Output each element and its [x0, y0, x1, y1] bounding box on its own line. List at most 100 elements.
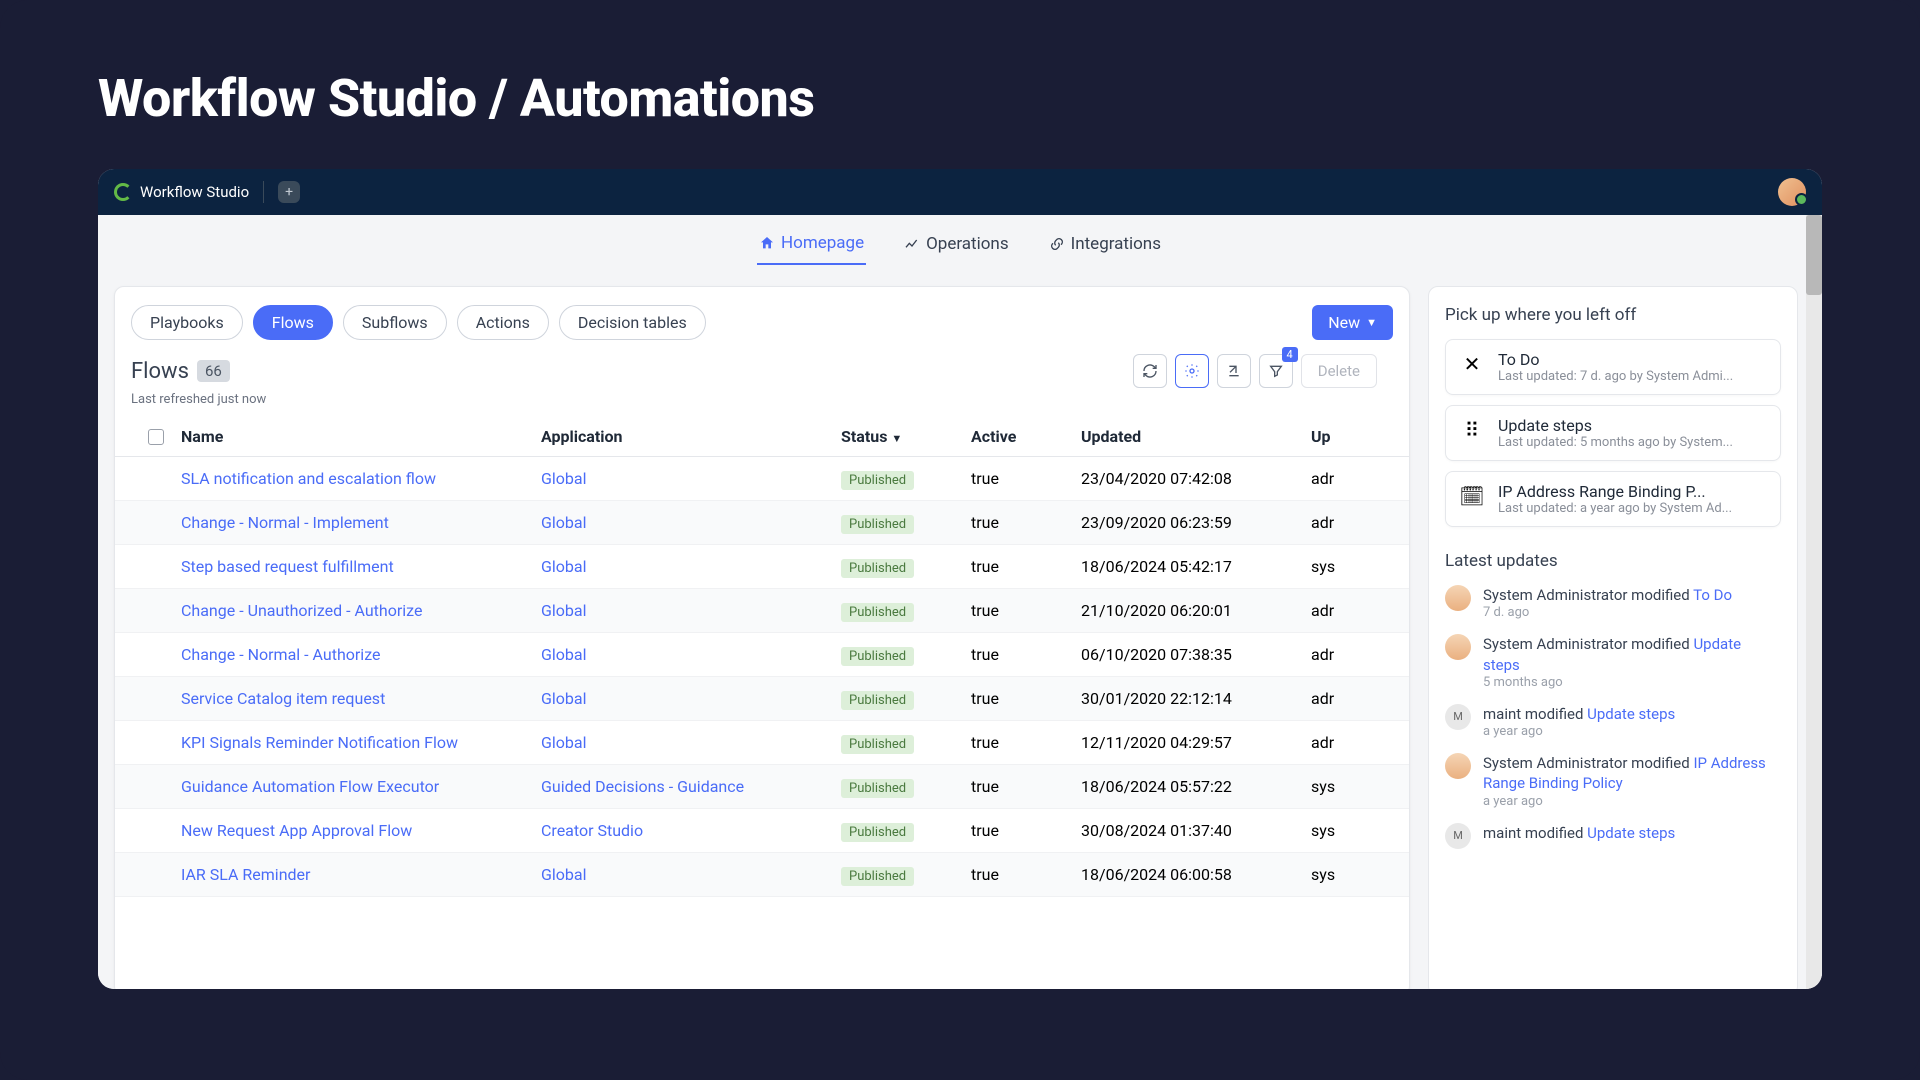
table-row: Change - Normal - Authorize Global Publi…	[115, 633, 1409, 677]
flow-name-link[interactable]: IAR SLA Reminder	[181, 865, 310, 884]
active-value: true	[971, 865, 1081, 884]
active-value: true	[971, 733, 1081, 752]
gear-icon	[1184, 363, 1200, 379]
application-link[interactable]: Global	[541, 733, 587, 752]
update-link[interactable]: To Do	[1693, 586, 1732, 604]
updated-by-value: sys	[1311, 557, 1391, 576]
updated-by-value: sys	[1311, 777, 1391, 796]
flow-name-link[interactable]: Service Catalog item request	[181, 689, 385, 708]
update-link[interactable]: IP Address Range Binding Policy	[1483, 754, 1766, 792]
new-button[interactable]: New ▼	[1312, 305, 1393, 340]
delete-button[interactable]: Delete	[1301, 354, 1377, 388]
update-time: 7 d. ago	[1483, 605, 1732, 620]
filter-button[interactable]: 4	[1259, 354, 1293, 388]
update-text: maint modified Update steps	[1483, 823, 1675, 843]
flow-name-link[interactable]: Change - Normal - Implement	[181, 513, 389, 532]
update-time: a year ago	[1483, 724, 1675, 739]
flow-name-link[interactable]: Guidance Automation Flow Executor	[181, 777, 439, 796]
app-header: Workflow Studio +	[98, 169, 1822, 215]
avatar: M	[1445, 704, 1471, 730]
application-link[interactable]: Global	[541, 557, 587, 576]
col-updated[interactable]: Updated	[1081, 427, 1311, 446]
status-badge: Published	[841, 647, 914, 666]
updated-by-value: sys	[1311, 865, 1391, 884]
chevron-down-icon: ▼	[1366, 316, 1377, 329]
status-badge: Published	[841, 691, 914, 710]
pill-subflows[interactable]: Subflows	[343, 305, 447, 340]
pill-playbooks[interactable]: Playbooks	[131, 305, 243, 340]
application-link[interactable]: Global	[541, 601, 587, 620]
col-name[interactable]: Name	[181, 427, 541, 446]
col-status[interactable]: Status ▼	[841, 427, 971, 446]
app-logo[interactable]: Workflow Studio	[114, 183, 249, 201]
updated-by-value: adr	[1311, 645, 1391, 664]
flow-name-link[interactable]: SLA notification and escalation flow	[181, 469, 436, 488]
avatar: M	[1445, 823, 1471, 849]
application-link[interactable]: Global	[541, 689, 587, 708]
table-row: Change - Unauthorized - Authorize Global…	[115, 589, 1409, 633]
export-button[interactable]	[1217, 354, 1251, 388]
recent-title: To Do	[1498, 350, 1733, 369]
recent-card[interactable]: 🗓 IP Address Range Binding P... Last upd…	[1445, 471, 1781, 527]
flow-name-link[interactable]: Change - Unauthorized - Authorize	[181, 601, 422, 620]
recent-icon: ✕	[1458, 350, 1486, 378]
flow-name-link[interactable]: Step based request fulfillment	[181, 557, 394, 576]
application-link[interactable]: Global	[541, 513, 587, 532]
tab-homepage[interactable]: Homepage	[757, 229, 866, 265]
avatar	[1445, 753, 1471, 779]
recent-title: IP Address Range Binding P...	[1498, 482, 1732, 501]
col-updated-by[interactable]: Up	[1311, 427, 1391, 446]
recent-subtitle: Last updated: a year ago by System Ad...	[1498, 501, 1732, 516]
new-tab-button[interactable]: +	[278, 181, 300, 203]
status-badge: Published	[841, 471, 914, 490]
col-application[interactable]: Application	[541, 427, 841, 446]
application-link[interactable]: Creator Studio	[541, 821, 643, 840]
updated-value: 30/01/2020 22:12:14	[1081, 689, 1311, 708]
recent-card[interactable]: ✕ To Do Last updated: 7 d. ago by System…	[1445, 339, 1781, 395]
last-refreshed: Last refreshed just now	[115, 392, 1409, 417]
divider	[263, 181, 264, 203]
flows-table: Name Application Status ▼ Active Updated…	[115, 417, 1409, 989]
update-link[interactable]: Update steps	[1587, 824, 1675, 842]
app-name: Workflow Studio	[140, 183, 249, 201]
col-active[interactable]: Active	[971, 427, 1081, 446]
avatar	[1445, 634, 1471, 660]
recent-icon: ⠿	[1458, 416, 1486, 444]
update-item: M maint modified Update steps a year ago	[1445, 704, 1781, 739]
application-link[interactable]: Global	[541, 469, 587, 488]
update-link[interactable]: Update steps	[1483, 635, 1741, 673]
top-tabs: Homepage Operations Integrations	[98, 215, 1822, 276]
recent-card[interactable]: ⠿ Update steps Last updated: 5 months ag…	[1445, 405, 1781, 461]
application-link[interactable]: Guided Decisions - Guidance	[541, 777, 744, 796]
update-item: System Administrator modified To Do 7 d.…	[1445, 585, 1781, 620]
tab-integrations[interactable]: Integrations	[1047, 229, 1163, 265]
table-row: New Request App Approval Flow Creator St…	[115, 809, 1409, 853]
tab-operations[interactable]: Operations	[902, 229, 1011, 265]
pill-flows[interactable]: Flows	[253, 305, 333, 340]
new-button-label: New	[1328, 313, 1360, 332]
application-link[interactable]: Global	[541, 865, 587, 884]
refresh-button[interactable]	[1133, 354, 1167, 388]
settings-button[interactable]	[1175, 354, 1209, 388]
table-row: Service Catalog item request Global Publ…	[115, 677, 1409, 721]
select-all-checkbox[interactable]	[148, 429, 164, 445]
update-text: maint modified Update steps	[1483, 704, 1675, 724]
status-badge: Published	[841, 779, 914, 798]
avatar	[1445, 585, 1471, 611]
tab-integrations-label: Integrations	[1071, 234, 1161, 254]
flow-name-link[interactable]: New Request App Approval Flow	[181, 821, 412, 840]
scrollbar[interactable]	[1806, 215, 1822, 989]
app-window: Workflow Studio + Homepage Operations	[98, 169, 1822, 989]
recent-icon: 🗓	[1458, 482, 1486, 510]
updated-value: 23/09/2020 06:23:59	[1081, 513, 1311, 532]
updated-value: 06/10/2020 07:38:35	[1081, 645, 1311, 664]
flow-name-link[interactable]: KPI Signals Reminder Notification Flow	[181, 733, 458, 752]
flow-name-link[interactable]: Change - Normal - Authorize	[181, 645, 381, 664]
update-link[interactable]: Update steps	[1587, 705, 1675, 723]
status-badge: Published	[841, 603, 914, 622]
updated-value: 18/06/2024 05:42:17	[1081, 557, 1311, 576]
application-link[interactable]: Global	[541, 645, 587, 664]
avatar[interactable]	[1778, 178, 1806, 206]
pill-actions[interactable]: Actions	[457, 305, 549, 340]
pill-decision-tables[interactable]: Decision tables	[559, 305, 706, 340]
